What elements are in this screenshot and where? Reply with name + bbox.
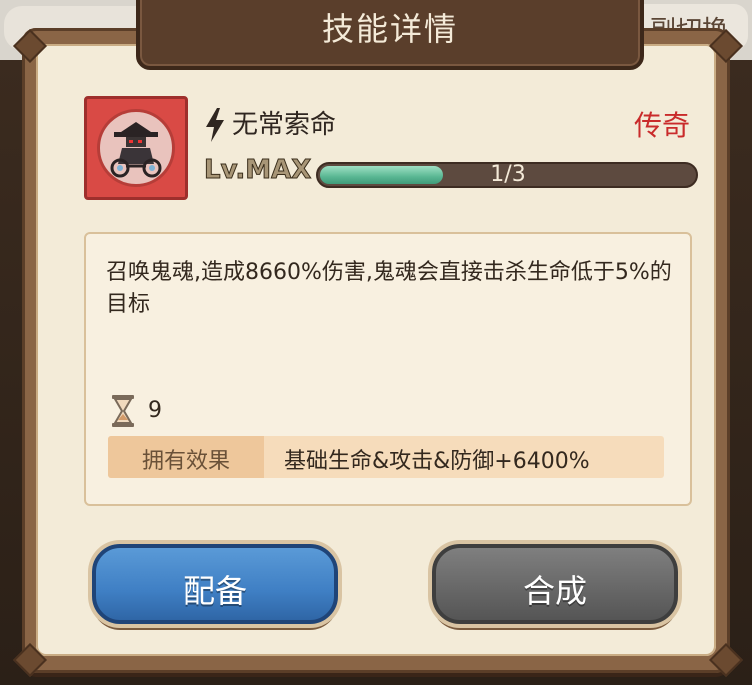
equip-button-label: 配备 xyxy=(182,572,247,610)
skill-name: 无常索命 xyxy=(232,110,337,140)
effect-label: 拥有效果 xyxy=(141,449,230,474)
level-progress-bar: 1/3 xyxy=(316,162,698,188)
skill-icon[interactable] xyxy=(84,96,188,200)
ghost-rider-icon xyxy=(97,109,175,187)
merge-button[interactable]: 合成 xyxy=(432,544,678,624)
hourglass-icon xyxy=(112,395,134,427)
rarity-label: 传奇 xyxy=(634,109,691,142)
hourglass-count: 9 xyxy=(148,398,162,423)
progress-text: 1/3 xyxy=(490,162,526,187)
merge-button-label: 合成 xyxy=(522,572,587,610)
lightning-icon xyxy=(206,108,224,142)
level-label: Lv.MAX xyxy=(203,155,312,186)
dialog-title: 技能详情 xyxy=(321,10,458,48)
equip-button[interactable]: 配备 xyxy=(92,544,338,624)
effect-value: 基础生命&攻击&防御+6400% xyxy=(284,449,590,474)
skill-description: 召唤鬼魂,造成8660%伤害,鬼魂会直接击杀生命低于5%的目标 xyxy=(106,260,672,317)
